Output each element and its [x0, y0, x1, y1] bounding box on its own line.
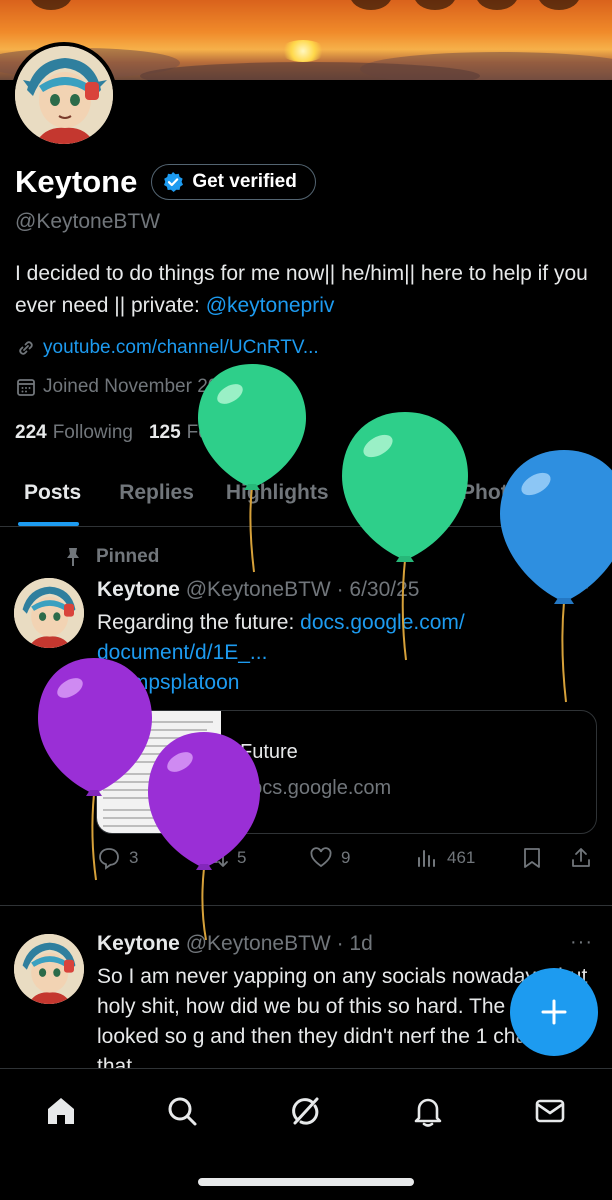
- views-button[interactable]: 461: [415, 846, 475, 870]
- followers-count: 125: [148, 422, 181, 443]
- post-handle-date: @KeytoneBTW · 1d: [185, 932, 373, 955]
- pin-icon: [67, 548, 79, 566]
- bookmark-icon: [524, 848, 540, 868]
- post-author-name[interactable]: Keytone: [97, 932, 180, 955]
- nav-grok[interactable]: [285, 1091, 325, 1131]
- repost-count: 5: [237, 848, 247, 867]
- more-options-icon[interactable]: ···: [570, 931, 593, 954]
- card-thumbnail: [97, 711, 221, 833]
- following-count: 224: [15, 422, 47, 443]
- share-button[interactable]: [569, 846, 601, 870]
- following-link[interactable]: 224 Following: [15, 422, 133, 444]
- profile-bio: I decided to do things for me now|| he/h…: [15, 258, 600, 322]
- joined-date: Joined November 2022: [43, 376, 240, 397]
- views-count: 461: [447, 848, 476, 867]
- like-count: 9: [341, 848, 351, 867]
- search-icon: [168, 1097, 197, 1126]
- home-icon: [48, 1098, 74, 1124]
- reply-count: 3: [129, 848, 139, 867]
- like-button[interactable]: 9: [309, 846, 350, 870]
- post-text-prefix: Regarding the future:: [97, 611, 301, 634]
- grok-icon: [292, 1097, 319, 1125]
- display-name: Keytone: [15, 164, 138, 199]
- pinned-label: Pinned: [96, 546, 160, 567]
- joined-row: Joined November 2022: [15, 376, 239, 398]
- banner-sun: [280, 40, 326, 62]
- post-header: Keytone @KeytoneBTW · 1d: [97, 932, 373, 956]
- share-icon: [572, 848, 590, 867]
- nav-home[interactable]: [41, 1091, 81, 1131]
- tab-photos[interactable]: Photos: [445, 470, 548, 526]
- tab-posts[interactable]: Posts: [0, 470, 97, 526]
- post-actions: 3 5 9 461: [97, 846, 597, 876]
- profile-handle: @KeytoneBTW: [15, 210, 161, 233]
- toolbar-button-1[interactable]: [350, 0, 392, 10]
- card-domain: docs.google.com: [240, 777, 392, 799]
- post-text: Regarding the future: docs.google.com/ d…: [97, 608, 597, 698]
- post-handle-date: @KeytoneBTW · 6/30/25: [185, 578, 420, 601]
- tab-highlights[interactable]: Highlights: [210, 470, 345, 526]
- follow-stats: 224 Following 125 Followers: [15, 422, 284, 444]
- verified-badge-icon: [164, 172, 184, 192]
- post-avatar[interactable]: [14, 934, 84, 1004]
- name-row: Keytone Get verified: [15, 164, 316, 200]
- repost-button[interactable]: 5: [203, 846, 246, 870]
- pinned-indicator: Pinned: [64, 546, 159, 568]
- reply-icon: [99, 848, 119, 870]
- nav-notifications[interactable]: [408, 1091, 448, 1131]
- get-verified-button[interactable]: Get verified: [151, 164, 316, 200]
- tab-replies[interactable]: Replies: [97, 470, 210, 526]
- link-icon: [19, 341, 33, 355]
- bell-icon: [414, 1098, 442, 1127]
- toolbar-button-4[interactable]: [538, 0, 580, 10]
- nav-search[interactable]: [162, 1091, 202, 1131]
- more-options-icon[interactable]: ···: [568, 576, 591, 599]
- calendar-icon: [17, 379, 35, 396]
- reply-button[interactable]: 3: [97, 846, 138, 870]
- post-hashtag[interactable]: #compsplatoon: [97, 671, 239, 694]
- following-label: Following: [52, 422, 133, 443]
- home-indicator[interactable]: [198, 1178, 414, 1186]
- tab-articles[interactable]: Articles: [548, 470, 612, 526]
- profile-tabs: Posts Replies Highlights Videos Photos A…: [0, 470, 612, 527]
- plus-icon: [541, 999, 567, 1025]
- post-avatar[interactable]: [14, 578, 84, 648]
- post-author-name[interactable]: Keytone: [97, 578, 180, 601]
- repost-icon: [204, 849, 228, 867]
- views-icon: [418, 850, 435, 867]
- bookmark-button[interactable]: [521, 846, 551, 870]
- followers-link[interactable]: 125 Followers: [149, 422, 268, 444]
- back-button[interactable]: [30, 0, 72, 10]
- compose-button[interactable]: [510, 968, 598, 1056]
- bio-mention-link[interactable]: @keytonepriv: [206, 294, 335, 317]
- tab-videos[interactable]: Videos: [345, 470, 445, 526]
- card-title: Future: [240, 741, 298, 763]
- followers-label: Followers: [186, 422, 268, 443]
- toolbar-button-3[interactable]: [476, 0, 518, 10]
- profile-avatar[interactable]: [11, 42, 117, 148]
- get-verified-label: Get verified: [192, 171, 297, 192]
- link-preview-card[interactable]: Future docs.google.com: [96, 710, 597, 834]
- website-link[interactable]: youtube.com/channel/UCnRTV...: [43, 337, 319, 359]
- post-divider: [0, 905, 612, 906]
- toolbar-button-2[interactable]: [414, 0, 456, 10]
- post-header: Keytone @KeytoneBTW · 6/30/25: [97, 578, 419, 602]
- nav-messages[interactable]: [530, 1091, 570, 1131]
- website-row: youtube.com/channel/UCnRTV...: [15, 337, 319, 359]
- heart-icon: [310, 847, 332, 868]
- mail-icon: [535, 1099, 565, 1123]
